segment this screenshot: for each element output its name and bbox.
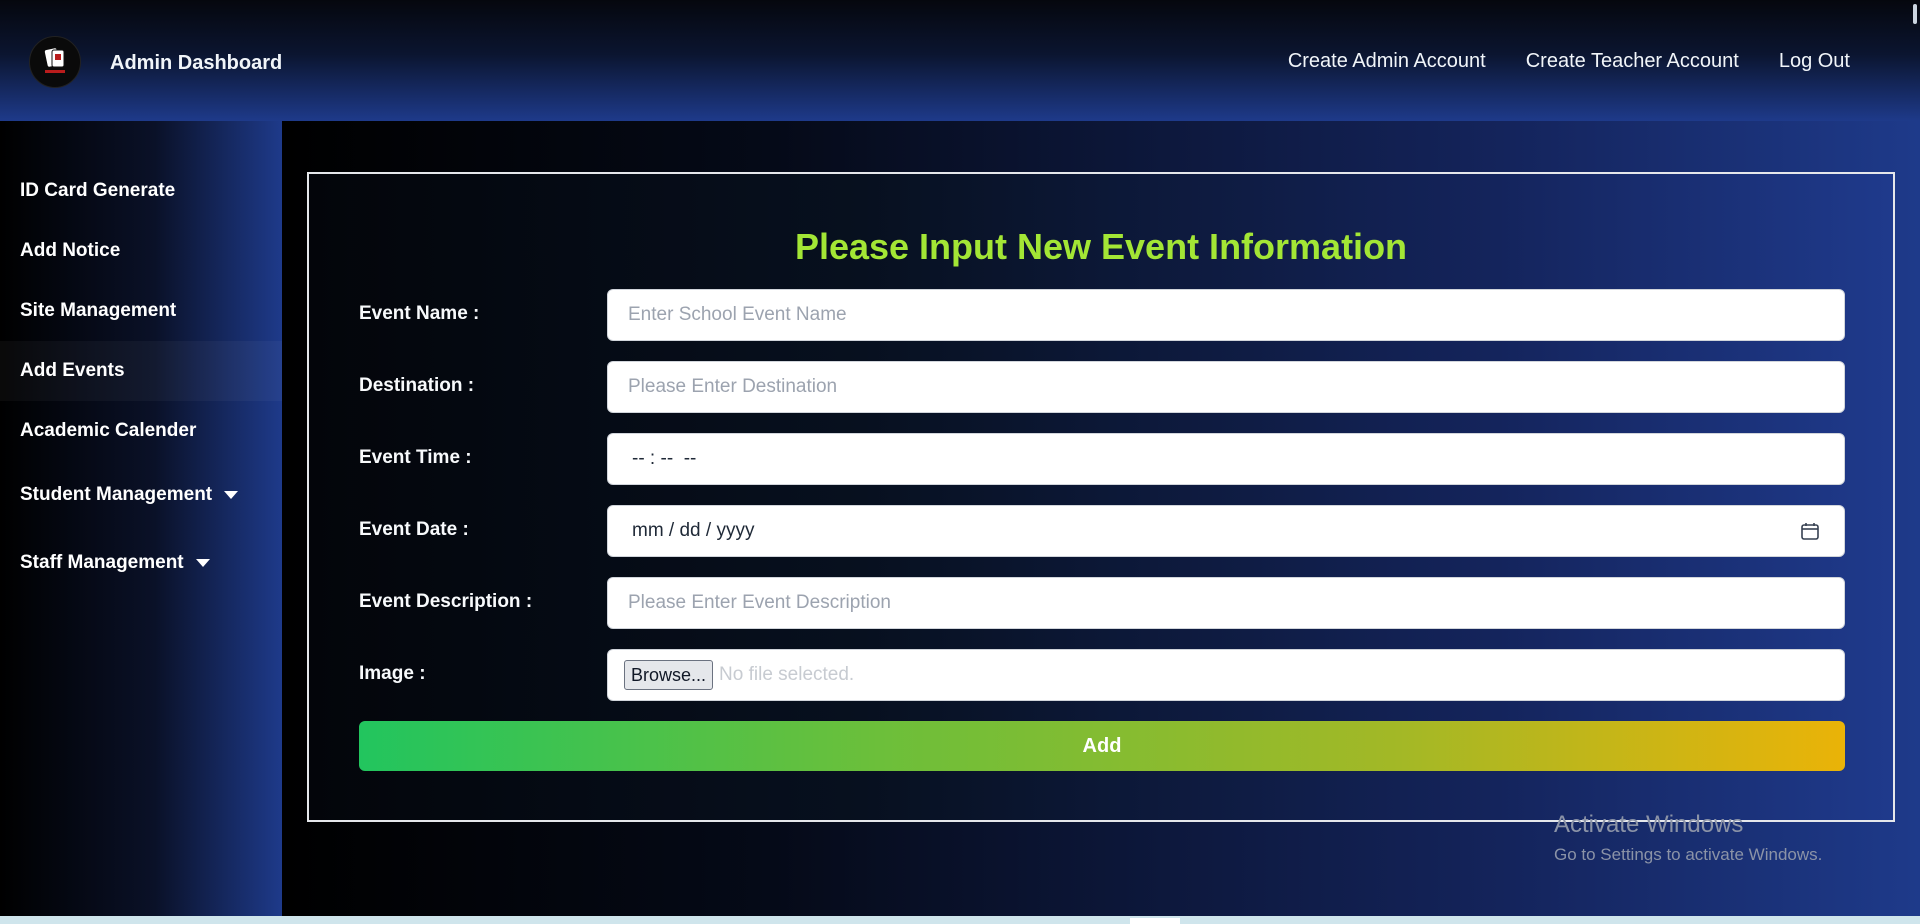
- event-time-row: Event Time : -- : -- --: [359, 433, 1847, 485]
- sidebar-item-label: Staff Management: [20, 552, 184, 573]
- calendar-icon[interactable]: [1800, 521, 1820, 541]
- sidebar-item-add-notice[interactable]: Add Notice: [0, 221, 282, 281]
- sidebar-item-site-management[interactable]: Site Management: [0, 281, 282, 341]
- id-cards-logo-icon: [44, 48, 65, 73]
- event-date-value: mm / dd / yyyy: [632, 520, 755, 541]
- sidebar-item-label: ID Card Generate: [20, 180, 176, 201]
- event-date-row: Event Date : mm / dd / yyyy: [359, 505, 1847, 557]
- bottom-strip: [0, 916, 1920, 924]
- event-date-input[interactable]: mm / dd / yyyy: [607, 505, 1845, 557]
- log-out-link[interactable]: Log Out: [1779, 50, 1850, 73]
- browse-button[interactable]: Browse...: [624, 660, 714, 690]
- activate-windows-watermark: Activate Windows Go to Settings to activ…: [1554, 811, 1822, 865]
- sidebar-item-label: Add Notice: [20, 240, 121, 261]
- sidebar-item-label: Site Management: [20, 300, 177, 321]
- sidebar-item-student-management[interactable]: Student Management: [0, 461, 282, 529]
- destination-input[interactable]: [607, 361, 1845, 413]
- logo[interactable]: [29, 36, 81, 88]
- sidebar-item-label: Academic Calender: [20, 420, 197, 441]
- sidebar-item-academic-calender[interactable]: Academic Calender: [0, 401, 282, 461]
- destination-row: Destination :: [359, 361, 1847, 413]
- brand-title[interactable]: Admin Dashboard: [110, 52, 282, 75]
- file-status: No file selected.: [719, 664, 855, 685]
- event-description-row: Event Description :: [359, 577, 1847, 629]
- sidebar-item-staff-management[interactable]: Staff Management: [0, 529, 282, 597]
- image-row: Image : Browse... No file selected.: [359, 649, 1847, 701]
- caret-down-icon: [195, 559, 210, 567]
- top-nav: Create Admin Account Create Teacher Acco…: [1288, 50, 1850, 73]
- image-file-input[interactable]: Browse... No file selected.: [607, 649, 1845, 701]
- event-description-label: Event Description :: [359, 591, 533, 612]
- create-admin-account-link[interactable]: Create Admin Account: [1288, 50, 1486, 73]
- scrollbar[interactable]: [1904, 0, 1920, 121]
- main-content: Please Input New Event Information Event…: [282, 121, 1920, 916]
- event-name-label: Event Name :: [359, 303, 480, 324]
- event-name-input[interactable]: [607, 289, 1845, 341]
- sidebar: ID Card Generate Add Notice Site Managem…: [0, 121, 282, 916]
- event-time-input[interactable]: -- : -- --: [607, 433, 1845, 485]
- sidebar-item-label: Add Events: [20, 360, 125, 381]
- watermark-subtitle: Go to Settings to activate Windows.: [1554, 845, 1823, 864]
- sidebar-item-label: Student Management: [20, 484, 213, 505]
- caret-down-icon: [224, 491, 239, 499]
- event-description-input[interactable]: [607, 577, 1845, 629]
- create-teacher-account-link[interactable]: Create Teacher Account: [1526, 50, 1739, 73]
- bottom-strip-marker: [1130, 918, 1180, 924]
- watermark-title: Activate Windows: [1554, 811, 1744, 838]
- sidebar-item-add-events[interactable]: Add Events: [0, 341, 282, 401]
- sidebar-item-id-card-generate[interactable]: ID Card Generate: [0, 161, 282, 221]
- add-button[interactable]: Add: [359, 721, 1845, 771]
- image-label: Image :: [359, 663, 426, 684]
- event-time-value: -- : -- --: [632, 448, 697, 469]
- event-date-label: Event Date :: [359, 519, 469, 540]
- top-navbar: Admin Dashboard Create Admin Account Cre…: [0, 0, 1920, 121]
- destination-label: Destination :: [359, 375, 475, 396]
- form-title: Please Input New Event Information: [794, 226, 1408, 267]
- event-time-label: Event Time :: [359, 447, 472, 468]
- event-form-panel: Please Input New Event Information Event…: [307, 172, 1895, 822]
- event-name-row: Event Name :: [359, 289, 1847, 341]
- scrollbar-thumb[interactable]: [1913, 4, 1917, 24]
